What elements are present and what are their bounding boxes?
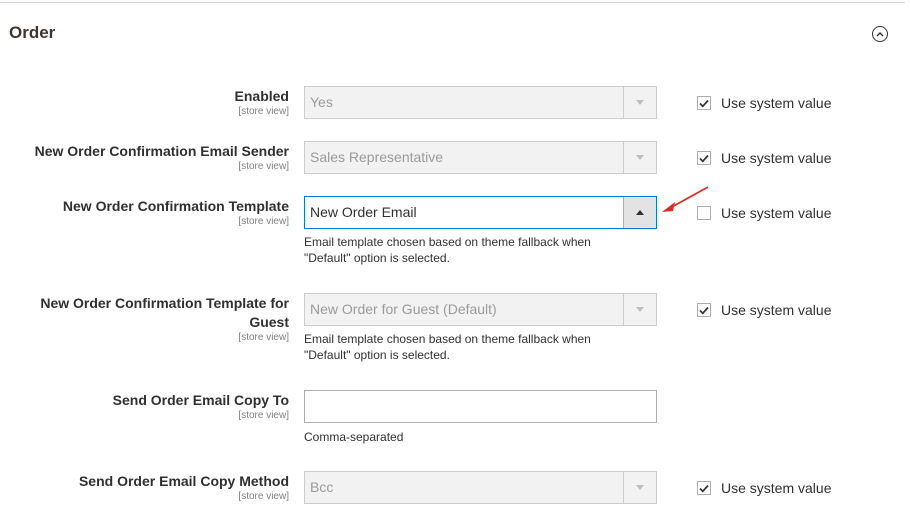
field-label: Send Order Email Copy To bbox=[112, 392, 289, 408]
chevron-down-icon bbox=[623, 294, 656, 325]
use-system-value-enabled[interactable]: Use system value bbox=[697, 95, 831, 111]
scope-label: [store view] bbox=[238, 161, 289, 172]
field-label: Send Order Email Copy Method bbox=[78, 473, 289, 489]
email-sender-select[interactable]: Sales Representative bbox=[304, 141, 657, 174]
enabled-select[interactable]: Yes bbox=[304, 86, 657, 119]
field-label: New Order Confirmation Template for Gues… bbox=[40, 295, 289, 330]
field-note: Comma-separated bbox=[304, 430, 404, 444]
use-system-value-label: Use system value bbox=[721, 205, 832, 221]
section-title[interactable]: Order bbox=[9, 23, 55, 43]
scope-label: [store view] bbox=[238, 410, 289, 421]
select-value: New Order Email bbox=[310, 204, 417, 220]
copy-method-select[interactable]: Bcc bbox=[304, 471, 657, 504]
use-system-value-label: Use system value bbox=[721, 150, 832, 166]
top-divider bbox=[0, 2, 905, 3]
checkbox-checked-icon[interactable] bbox=[697, 151, 711, 165]
chevron-down-icon bbox=[623, 87, 656, 118]
checkbox-checked-icon[interactable] bbox=[697, 303, 711, 317]
field-note: Email template chosen based on theme fal… bbox=[304, 332, 591, 362]
scope-label: [store view] bbox=[238, 491, 289, 502]
checkbox-checked-icon[interactable] bbox=[697, 481, 711, 495]
red-arrow-icon bbox=[660, 184, 712, 219]
use-system-value-confirmation-template[interactable]: Use system value bbox=[697, 205, 831, 221]
field-label: Enabled bbox=[234, 88, 289, 104]
chevron-down-icon bbox=[623, 472, 656, 503]
confirmation-template-select[interactable]: New Order Email bbox=[304, 196, 657, 229]
scope-label: [store view] bbox=[238, 216, 289, 227]
use-system-value-label: Use system value bbox=[721, 302, 832, 318]
use-system-value-copy-method[interactable]: Use system value bbox=[697, 480, 831, 496]
chevron-up-icon[interactable] bbox=[623, 197, 656, 228]
field-label: New Order Confirmation Email Sender bbox=[34, 143, 289, 159]
copy-to-input[interactable] bbox=[304, 390, 657, 423]
chevron-down-icon bbox=[623, 142, 656, 173]
collapse-section-icon[interactable] bbox=[872, 26, 888, 42]
select-value: Yes bbox=[310, 94, 333, 110]
checkbox-checked-icon[interactable] bbox=[697, 96, 711, 110]
template-guest-select[interactable]: New Order for Guest (Default) bbox=[304, 293, 657, 326]
field-note: Email template chosen based on theme fal… bbox=[304, 235, 591, 265]
select-value: New Order for Guest (Default) bbox=[310, 301, 497, 317]
use-system-value-email-sender[interactable]: Use system value bbox=[697, 150, 831, 166]
use-system-value-template-guest[interactable]: Use system value bbox=[697, 302, 831, 318]
select-value: Bcc bbox=[310, 479, 334, 495]
use-system-value-label: Use system value bbox=[721, 95, 832, 111]
scope-label: [store view] bbox=[238, 332, 289, 343]
use-system-value-label: Use system value bbox=[721, 480, 832, 496]
select-value: Sales Representative bbox=[310, 149, 444, 165]
field-label: New Order Confirmation Template bbox=[62, 198, 289, 214]
scope-label: [store view] bbox=[238, 106, 289, 117]
